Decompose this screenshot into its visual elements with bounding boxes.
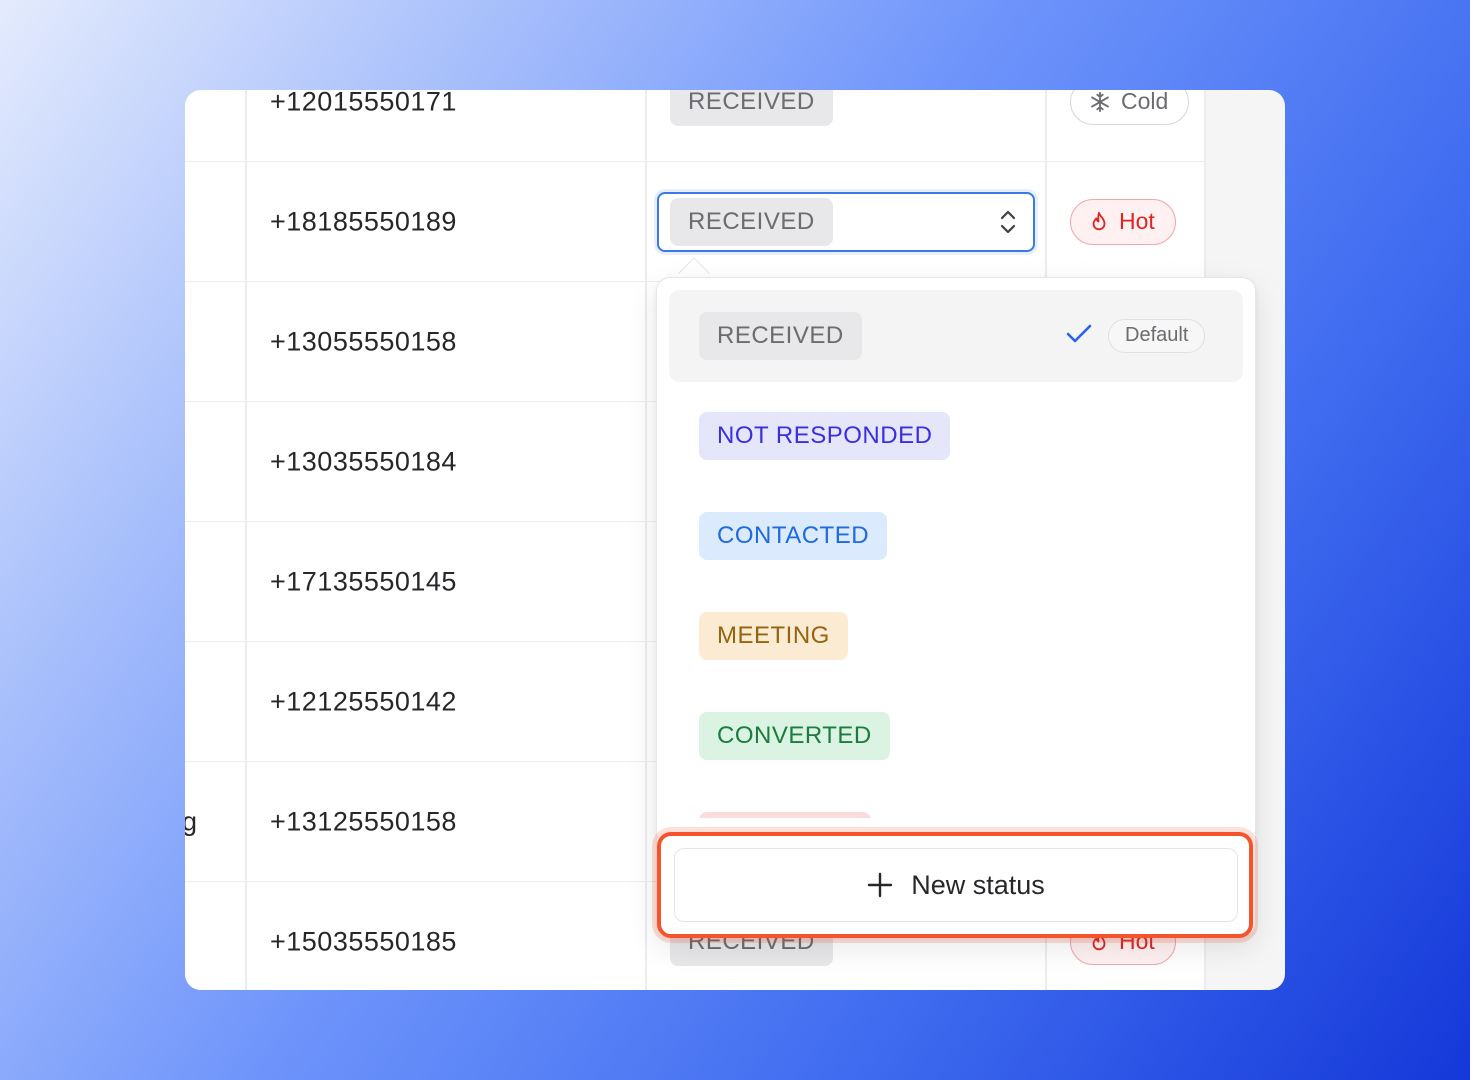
new-status-button[interactable]: New status (674, 848, 1238, 922)
plus-icon (868, 872, 893, 898)
status-option-label: MEETING (699, 612, 848, 660)
previous-column-cell (185, 90, 245, 161)
column-divider (245, 90, 247, 990)
temperature-label: Cold (1121, 90, 1169, 114)
temperature-cell[interactable]: Cold (1045, 90, 1205, 161)
snowflake-icon (1091, 91, 1109, 112)
temperature-pill[interactable]: Hot (1070, 198, 1176, 245)
new-status-label: New status (911, 869, 1045, 900)
table-row[interactable]: +12015550171 RECEIVED Cold (185, 90, 1205, 162)
temperature-pill[interactable]: Cold (1070, 90, 1190, 125)
phone-number: +12125550142 (270, 686, 457, 716)
chevron-up-down-icon[interactable] (997, 209, 1019, 235)
previous-column-cell (185, 402, 245, 521)
status-select-value: RECEIVED (670, 197, 833, 246)
status-select[interactable]: RECEIVED (657, 191, 1035, 252)
default-badge: Default (1108, 319, 1206, 353)
phone-number: +13125550158 (270, 806, 457, 836)
status-option-label: RECEIVED (699, 312, 862, 360)
status-option-label: NOT RESPONDED (699, 412, 951, 460)
temperature-cell[interactable]: Hot (1045, 162, 1205, 281)
checkmark-icon (1066, 324, 1092, 343)
previous-column-text: g (185, 806, 197, 836)
status-cell[interactable]: RECEIVED (645, 90, 1045, 161)
phone-number: +13035550184 (270, 446, 457, 476)
status-tag[interactable]: RECEIVED (670, 90, 833, 126)
column-divider (645, 90, 647, 990)
phone-number: +18185550189 (270, 206, 457, 236)
previous-column-cell (185, 522, 245, 641)
status-option-label: CONTACTED (699, 512, 888, 560)
phone-number: +15035550185 (270, 926, 457, 956)
status-option-meeting[interactable]: MEETING (669, 590, 1243, 682)
previous-column-cell (185, 882, 245, 990)
status-option-not-responded[interactable]: NOT RESPONDED (669, 390, 1243, 482)
status-option-contacted[interactable]: CONTACTED (669, 490, 1243, 582)
status-cell[interactable]: RECEIVED (645, 162, 1045, 281)
previous-column-cell (185, 282, 245, 401)
previous-column-cell: g (185, 762, 245, 881)
temperature-label: Hot (1119, 208, 1155, 234)
status-option-label: CONVERTED (699, 712, 890, 760)
phone-number: +13055550158 (270, 326, 457, 356)
status-option-converted[interactable]: CONVERTED (669, 690, 1243, 782)
status-option-received[interactable]: RECEIVED Default (669, 290, 1243, 382)
phone-number: +17135550145 (270, 566, 457, 596)
phone-number: +12015550171 (270, 90, 457, 116)
previous-column-cell (185, 642, 245, 761)
flame-icon (1092, 211, 1106, 230)
previous-column-cell (185, 162, 245, 281)
